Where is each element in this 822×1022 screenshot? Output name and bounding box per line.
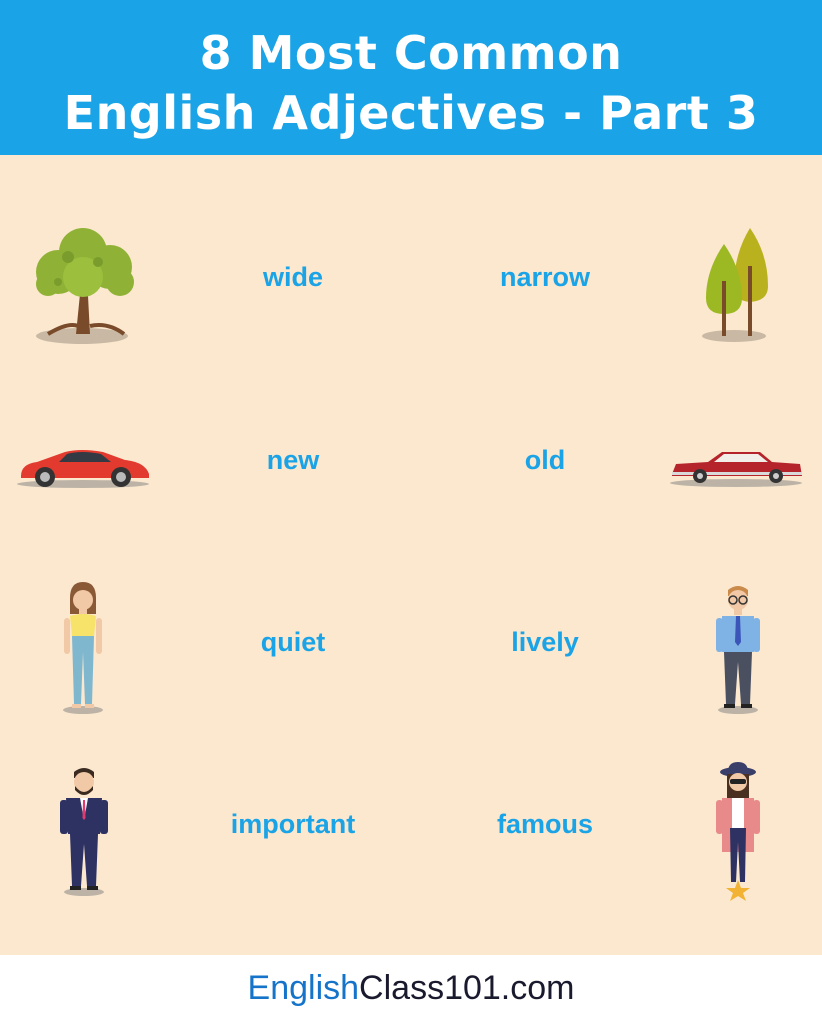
word-wide: wide (262, 262, 323, 292)
word-important: important (230, 809, 356, 839)
old-car-icon (670, 452, 802, 487)
new-sports-car-icon (17, 450, 149, 488)
header-banner: 8 Most Common English Adjectives - Part … (0, 0, 822, 155)
quiet-woman-icon (63, 582, 103, 714)
word-lively: lively (511, 627, 579, 657)
word-narrow: narrow (499, 262, 591, 292)
lively-man-icon (716, 586, 760, 714)
site-url-part-class101: Class101.com (359, 969, 575, 1007)
site-url-part-english: English (247, 969, 360, 1007)
footer: EnglishClass101.com (0, 955, 822, 1022)
famous-woman-icon (716, 762, 760, 901)
title-line-1: 8 Most Common (199, 26, 623, 80)
important-businessman-icon (60, 768, 108, 896)
title-line-2: English Adjectives - Part 3 (63, 86, 759, 140)
word-old: old (524, 445, 566, 475)
word-famous: famous (496, 809, 594, 839)
word-quiet: quiet (260, 627, 326, 657)
site-url[interactable]: EnglishClass101.com (0, 969, 822, 1008)
narrow-trees-icon (702, 228, 768, 342)
wide-tree-icon (36, 228, 134, 344)
word-new: new (266, 445, 320, 475)
